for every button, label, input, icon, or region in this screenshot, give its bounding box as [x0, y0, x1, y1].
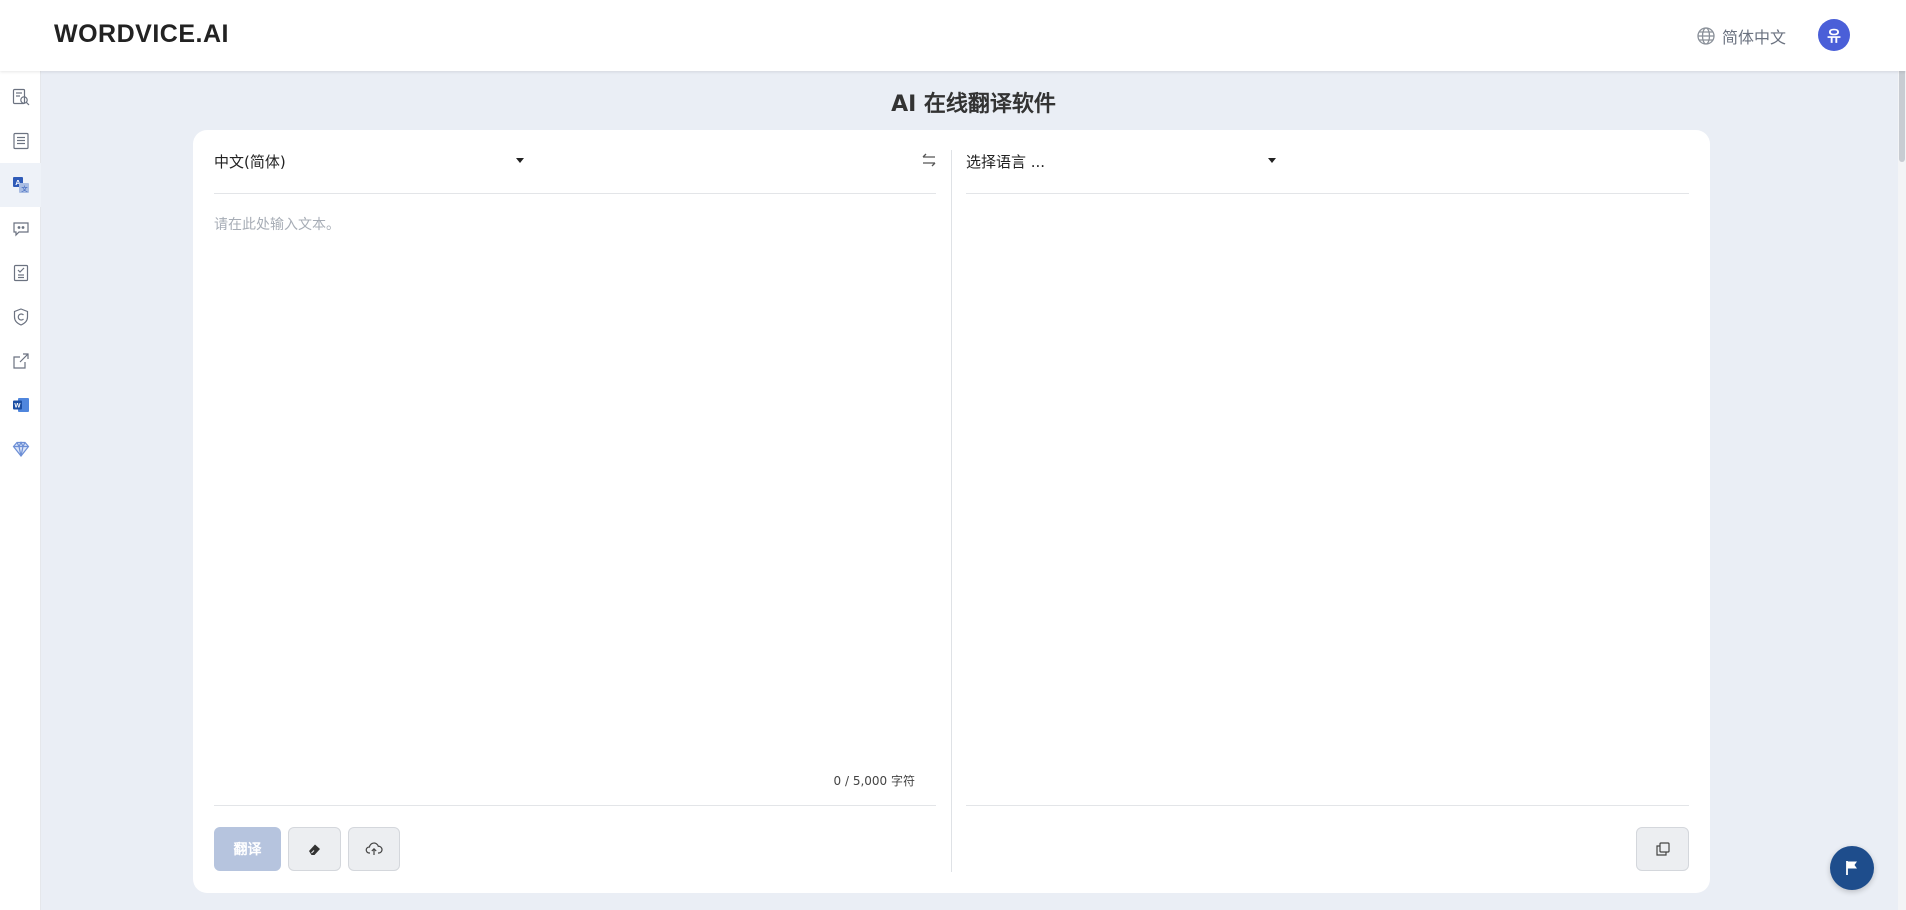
panel-divider	[951, 150, 952, 872]
translate-icon: A 文	[12, 177, 29, 193]
source-dropdown-caret-icon[interactable]	[516, 158, 524, 163]
sidebar-item-plagiarism[interactable]	[0, 295, 41, 339]
shield-icon	[13, 308, 28, 326]
document-search-icon	[12, 88, 29, 106]
diamond-icon	[12, 441, 29, 457]
sidebar-item-translate[interactable]: A 文	[0, 163, 41, 207]
sidebar-item-chat-feedback[interactable]	[0, 207, 41, 251]
translate-button[interactable]: 翻译	[214, 827, 281, 871]
source-language-select[interactable]: 中文(简体)	[214, 146, 286, 176]
chat-bubble-icon	[12, 222, 29, 237]
external-link-icon	[12, 353, 29, 369]
word-icon: W	[12, 398, 29, 412]
translation-output	[966, 214, 1689, 754]
upload-button[interactable]	[348, 827, 400, 871]
copy-icon	[1655, 842, 1670, 856]
translator-card: 中文(简体) 0 / 5,000 字符 翻译 选择语言 ...	[193, 130, 1710, 893]
eraser-icon	[308, 844, 320, 855]
logo[interactable]: WORDVICE.AI	[54, 20, 229, 49]
target-language-label: 选择语言 ...	[966, 152, 1046, 171]
flag-icon	[1846, 861, 1857, 875]
user-avatar[interactable]: 유	[1818, 19, 1850, 51]
language-label: 简体中文	[1722, 28, 1787, 47]
cloud-upload-icon	[365, 842, 383, 855]
sidebar: A 文 W	[0, 71, 41, 910]
source-text-input[interactable]	[214, 214, 936, 754]
sidebar-item-word-addin[interactable]: W	[0, 383, 41, 427]
clear-button[interactable]	[288, 827, 341, 871]
feedback-flag-button[interactable]	[1830, 846, 1874, 890]
sidebar-item-premium[interactable]	[0, 427, 41, 471]
source-language-label: 中文(简体)	[214, 152, 286, 171]
globe-icon	[1697, 27, 1715, 45]
sidebar-item-document-list[interactable]	[0, 119, 41, 163]
target-footer-divider	[966, 805, 1689, 806]
svg-text:文: 文	[21, 184, 28, 193]
copy-button[interactable]	[1636, 827, 1689, 871]
character-count: 0 / 5,000 字符	[833, 774, 915, 788]
top-bar: WORDVICE.AI 简体中文 유	[0, 0, 1906, 71]
source-footer-divider	[214, 805, 936, 806]
target-dropdown-caret-icon[interactable]	[1268, 158, 1276, 163]
checklist-icon	[13, 264, 28, 282]
swap-languages-icon[interactable]	[920, 151, 938, 169]
sidebar-item-checklist[interactable]	[0, 251, 41, 295]
sidebar-item-search-doc[interactable]	[0, 75, 41, 119]
document-list-icon	[12, 132, 29, 150]
svg-text:W: W	[14, 403, 21, 410]
sidebar-item-external-link[interactable]	[0, 339, 41, 383]
source-header-divider	[214, 193, 936, 194]
language-switcher[interactable]: 简体中文	[1696, 22, 1786, 50]
page-title: AI 在线翻译软件	[891, 92, 1056, 117]
target-header-divider	[966, 193, 1689, 194]
target-language-select[interactable]: 选择语言 ...	[966, 146, 1045, 176]
